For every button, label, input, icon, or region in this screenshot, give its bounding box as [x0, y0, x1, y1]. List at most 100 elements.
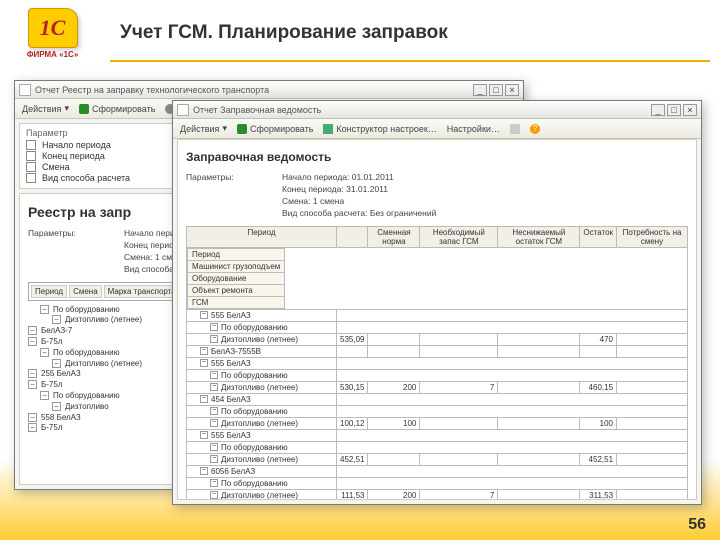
settings-button[interactable]: Настройки…: [445, 123, 502, 135]
cell-value: 100: [580, 417, 617, 429]
cell-value: 100: [368, 417, 420, 429]
table-row[interactable]: −По оборудованию: [187, 321, 688, 333]
column-header: Период: [187, 226, 337, 247]
cell-value: [498, 381, 580, 393]
expand-icon[interactable]: −: [210, 443, 218, 451]
column-header: [337, 226, 368, 247]
table-row[interactable]: −Дизтопливо (летнее)530,152007460,15: [187, 381, 688, 393]
expand-icon[interactable]: −: [200, 431, 208, 439]
cell-value: 460,15: [580, 381, 617, 393]
expand-icon[interactable]: −: [28, 369, 37, 378]
expand-icon[interactable]: −: [210, 383, 218, 391]
expand-icon[interactable]: −: [200, 311, 208, 319]
report-table: ПериодСменная нормаНеобходимый запас ГСМ…: [186, 226, 688, 500]
expand-icon[interactable]: −: [200, 467, 208, 475]
cell-value: [368, 453, 420, 465]
tree-label: 558 БелАЗ: [41, 413, 81, 424]
expand-icon[interactable]: −: [40, 305, 49, 314]
row-label: По оборудованию: [221, 479, 288, 488]
cell-value: [337, 345, 368, 357]
expand-icon[interactable]: −: [210, 419, 218, 427]
cell-value: [420, 345, 498, 357]
cell-value: [368, 333, 420, 345]
expand-icon[interactable]: −: [210, 335, 218, 343]
table-row[interactable]: −По оборудованию: [187, 369, 688, 381]
table-row[interactable]: −По оборудованию: [187, 477, 688, 489]
expand-icon[interactable]: −: [28, 423, 37, 432]
close-button[interactable]: ×: [683, 104, 697, 116]
expand-icon[interactable]: −: [28, 337, 37, 346]
expand-icon[interactable]: −: [52, 315, 61, 324]
expand-icon[interactable]: −: [52, 402, 61, 411]
expand-icon[interactable]: −: [28, 326, 37, 335]
cell-value: [420, 453, 498, 465]
table-row[interactable]: −454 БелАЗ: [187, 393, 688, 405]
param-checkbox[interactable]: [26, 140, 36, 150]
column-header: Необходимый запас ГСМ: [420, 226, 498, 247]
table-row[interactable]: −6056 БелАЗ: [187, 465, 688, 477]
tree-label: По оборудованию: [53, 348, 120, 359]
expand-icon[interactable]: −: [210, 371, 218, 379]
expand-icon[interactable]: −: [40, 391, 49, 400]
designer-button[interactable]: Конструктор настроек…: [321, 123, 438, 135]
expand-icon[interactable]: −: [210, 479, 218, 487]
generic-tool-1[interactable]: [508, 123, 522, 135]
table-row[interactable]: −555 БелАЗ: [187, 309, 688, 321]
toolbar: Действия ▾ Сформировать Конструктор наст…: [173, 119, 701, 139]
cell-value: [498, 453, 580, 465]
expand-icon[interactable]: −: [200, 347, 208, 355]
param-checkbox[interactable]: [26, 162, 36, 172]
titlebar[interactable]: Отчет Реестр на заправку технологическог…: [15, 81, 523, 99]
row-label: По оборудованию: [221, 443, 288, 452]
table-row[interactable]: −Дизтопливо (летнее)452,51452,51: [187, 453, 688, 465]
table-row[interactable]: −По оборудованию: [187, 441, 688, 453]
expand-icon[interactable]: −: [52, 359, 61, 368]
row-label: По оборудованию: [221, 407, 288, 416]
table-row[interactable]: −Дизтопливо (летнее)535,09470: [187, 333, 688, 345]
column-header: Марка транспорта: [104, 285, 180, 298]
table-row[interactable]: −БелАЗ-7555B: [187, 345, 688, 357]
actions-menu[interactable]: Действия ▾: [178, 122, 229, 135]
actions-menu[interactable]: Действия ▾: [20, 102, 71, 115]
row-label: По оборудованию: [221, 323, 288, 332]
expand-icon[interactable]: −: [200, 359, 208, 367]
column-header: Неснижаемый остаток ГСМ: [498, 226, 580, 247]
expand-icon[interactable]: −: [28, 413, 37, 422]
expand-icon[interactable]: −: [210, 323, 218, 331]
param-checkbox[interactable]: [26, 151, 36, 161]
expand-icon[interactable]: −: [210, 491, 218, 499]
report-body: Заправочная ведомость Параметры:Начало п…: [177, 139, 697, 500]
expand-icon[interactable]: −: [40, 348, 49, 357]
column-header: Остаток: [580, 226, 617, 247]
row-header: Машинист грузоподъем: [188, 260, 285, 272]
play-icon: [237, 124, 247, 134]
table-icon: [323, 124, 333, 134]
cell-value: 530,15: [337, 381, 368, 393]
params-label: Параметры:: [186, 172, 276, 220]
generate-button[interactable]: Сформировать: [77, 103, 157, 115]
param-line: Смена: 1 смена: [282, 196, 436, 208]
param-checkbox[interactable]: [26, 173, 36, 183]
close-button[interactable]: ×: [505, 84, 519, 96]
tree-label: Б-75л: [41, 337, 62, 348]
cell-value: 7: [420, 381, 498, 393]
generate-button[interactable]: Сформировать: [235, 123, 315, 135]
expand-icon[interactable]: −: [28, 380, 37, 389]
maximize-button[interactable]: □: [667, 104, 681, 116]
maximize-button[interactable]: □: [489, 84, 503, 96]
minimize-button[interactable]: _: [473, 84, 487, 96]
table-row[interactable]: −555 БелАЗ: [187, 357, 688, 369]
cell-value: 311,53: [580, 489, 617, 500]
minimize-button[interactable]: _: [651, 104, 665, 116]
expand-icon[interactable]: −: [200, 395, 208, 403]
expand-icon[interactable]: −: [210, 455, 218, 463]
expand-icon[interactable]: −: [210, 407, 218, 415]
table-row[interactable]: −Дизтопливо (летнее)100,12100100: [187, 417, 688, 429]
help-button[interactable]: ?: [528, 123, 542, 135]
table-row[interactable]: −555 БелАЗ: [187, 429, 688, 441]
table-row[interactable]: −Дизтопливо (летнее)111,532007311,53: [187, 489, 688, 500]
titlebar[interactable]: Отчет Заправочная ведомость _ □ ×: [173, 101, 701, 119]
param-name: Начало периода: [42, 140, 111, 150]
cell-value: 452,51: [337, 453, 368, 465]
table-row[interactable]: −По оборудованию: [187, 405, 688, 417]
